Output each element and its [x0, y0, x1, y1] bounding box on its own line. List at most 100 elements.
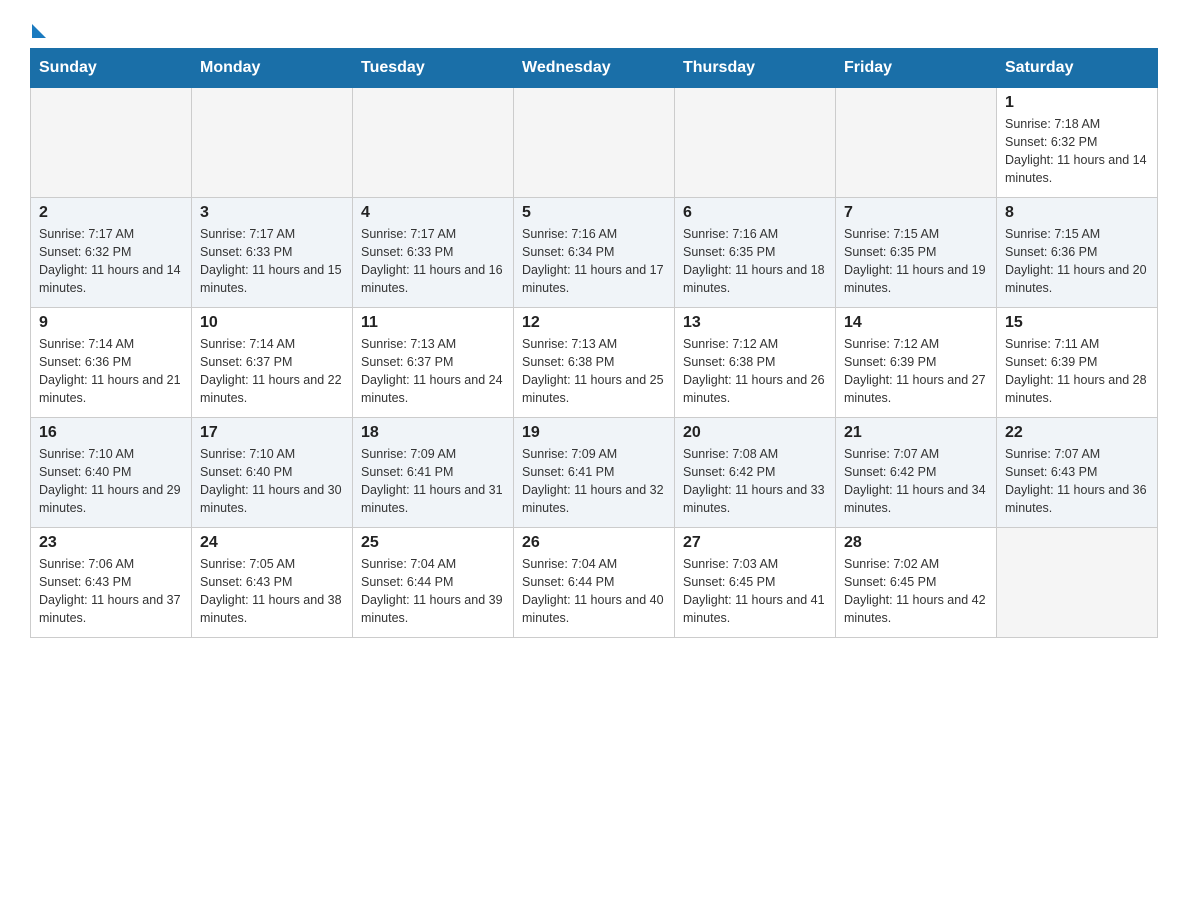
- day-number: 2: [39, 204, 183, 222]
- day-info: Sunrise: 7:17 AM Sunset: 6:32 PM Dayligh…: [39, 225, 183, 298]
- calendar-week-row: 1 Sunrise: 7:18 AM Sunset: 6:32 PM Daylig…: [31, 88, 1158, 198]
- day-number: 20: [683, 424, 827, 442]
- day-info: Sunrise: 7:15 AM Sunset: 6:35 PM Dayligh…: [844, 225, 988, 298]
- day-number: 3: [200, 204, 344, 222]
- calendar-cell: 25 Sunrise: 7:04 AM Sunset: 6:44 PM Dayli…: [353, 528, 514, 638]
- calendar-cell: 24 Sunrise: 7:05 AM Sunset: 6:43 PM Dayli…: [192, 528, 353, 638]
- calendar-cell: 14 Sunrise: 7:12 AM Sunset: 6:39 PM Dayli…: [836, 308, 997, 418]
- day-number: 26: [522, 534, 666, 552]
- day-number: 22: [1005, 424, 1149, 442]
- calendar-cell: 9 Sunrise: 7:14 AM Sunset: 6:36 PM Daylig…: [31, 308, 192, 418]
- day-info: Sunrise: 7:12 AM Sunset: 6:39 PM Dayligh…: [844, 335, 988, 408]
- calendar-cell: [192, 88, 353, 198]
- day-info: Sunrise: 7:09 AM Sunset: 6:41 PM Dayligh…: [361, 445, 505, 518]
- calendar-cell: 28 Sunrise: 7:02 AM Sunset: 6:45 PM Dayli…: [836, 528, 997, 638]
- day-number: 27: [683, 534, 827, 552]
- day-number: 9: [39, 314, 183, 332]
- calendar-cell: 7 Sunrise: 7:15 AM Sunset: 6:35 PM Daylig…: [836, 198, 997, 308]
- calendar-cell: 22 Sunrise: 7:07 AM Sunset: 6:43 PM Dayli…: [997, 418, 1158, 528]
- day-number: 13: [683, 314, 827, 332]
- day-number: 24: [200, 534, 344, 552]
- day-number: 18: [361, 424, 505, 442]
- day-number: 7: [844, 204, 988, 222]
- calendar-cell: 20 Sunrise: 7:08 AM Sunset: 6:42 PM Dayli…: [675, 418, 836, 528]
- calendar-cell: 5Sunrise: 7:16 AM Sunset: 6:34 PM Daylig…: [514, 198, 675, 308]
- day-number: 21: [844, 424, 988, 442]
- day-info: Sunrise: 7:14 AM Sunset: 6:36 PM Dayligh…: [39, 335, 183, 408]
- calendar-cell: 10 Sunrise: 7:14 AM Sunset: 6:37 PM Dayli…: [192, 308, 353, 418]
- calendar-week-row: 2 Sunrise: 7:17 AM Sunset: 6:32 PM Daylig…: [31, 198, 1158, 308]
- calendar-cell: 17 Sunrise: 7:10 AM Sunset: 6:40 PM Dayli…: [192, 418, 353, 528]
- calendar-cell: 18 Sunrise: 7:09 AM Sunset: 6:41 PM Dayli…: [353, 418, 514, 528]
- calendar-cell: 21 Sunrise: 7:07 AM Sunset: 6:42 PM Dayli…: [836, 418, 997, 528]
- calendar-cell: 2 Sunrise: 7:17 AM Sunset: 6:32 PM Daylig…: [31, 198, 192, 308]
- day-info: Sunrise: 7:03 AM Sunset: 6:45 PM Dayligh…: [683, 555, 827, 628]
- day-info: Sunrise: 7:15 AM Sunset: 6:36 PM Dayligh…: [1005, 225, 1149, 298]
- day-info: Sunrise: 7:06 AM Sunset: 6:43 PM Dayligh…: [39, 555, 183, 628]
- day-info: Sunrise: 7:14 AM Sunset: 6:37 PM Dayligh…: [200, 335, 344, 408]
- day-info: Sunrise: 7:10 AM Sunset: 6:40 PM Dayligh…: [200, 445, 344, 518]
- page-header: [30, 20, 1158, 38]
- day-number: 28: [844, 534, 988, 552]
- calendar-header-sunday: Sunday: [31, 49, 192, 88]
- day-info: Sunrise: 7:11 AM Sunset: 6:39 PM Dayligh…: [1005, 335, 1149, 408]
- calendar-table: SundayMondayTuesdayWednesdayThursdayFrid…: [30, 48, 1158, 638]
- day-number: 4: [361, 204, 505, 222]
- day-info: Sunrise: 7:05 AM Sunset: 6:43 PM Dayligh…: [200, 555, 344, 628]
- day-info: Sunrise: 7:16 AM Sunset: 6:35 PM Dayligh…: [683, 225, 827, 298]
- day-number: 1: [1005, 94, 1149, 112]
- calendar-cell: 15 Sunrise: 7:11 AM Sunset: 6:39 PM Dayli…: [997, 308, 1158, 418]
- day-number: 5: [522, 204, 666, 222]
- day-number: 12: [522, 314, 666, 332]
- calendar-cell: 1 Sunrise: 7:18 AM Sunset: 6:32 PM Daylig…: [997, 88, 1158, 198]
- calendar-cell: [836, 88, 997, 198]
- day-info: Sunrise: 7:07 AM Sunset: 6:42 PM Dayligh…: [844, 445, 988, 518]
- logo-arrow-icon: [32, 24, 46, 38]
- calendar-header-thursday: Thursday: [675, 49, 836, 88]
- calendar-cell: [997, 528, 1158, 638]
- calendar-cell: 19 Sunrise: 7:09 AM Sunset: 6:41 PM Dayli…: [514, 418, 675, 528]
- day-info: Sunrise: 7:04 AM Sunset: 6:44 PM Dayligh…: [522, 555, 666, 628]
- calendar-week-row: 16Sunrise: 7:10 AM Sunset: 6:40 PM Dayli…: [31, 418, 1158, 528]
- day-info: Sunrise: 7:08 AM Sunset: 6:42 PM Dayligh…: [683, 445, 827, 518]
- day-info: Sunrise: 7:17 AM Sunset: 6:33 PM Dayligh…: [200, 225, 344, 298]
- calendar-cell: 11 Sunrise: 7:13 AM Sunset: 6:37 PM Dayli…: [353, 308, 514, 418]
- day-number: 10: [200, 314, 344, 332]
- day-info: Sunrise: 7:04 AM Sunset: 6:44 PM Dayligh…: [361, 555, 505, 628]
- day-info: Sunrise: 7:13 AM Sunset: 6:38 PM Dayligh…: [522, 335, 666, 408]
- day-number: 14: [844, 314, 988, 332]
- day-info: Sunrise: 7:10 AM Sunset: 6:40 PM Dayligh…: [39, 445, 183, 518]
- calendar-header-tuesday: Tuesday: [353, 49, 514, 88]
- day-info: Sunrise: 7:09 AM Sunset: 6:41 PM Dayligh…: [522, 445, 666, 518]
- day-number: 23: [39, 534, 183, 552]
- day-number: 17: [200, 424, 344, 442]
- day-number: 6: [683, 204, 827, 222]
- calendar-cell: [675, 88, 836, 198]
- calendar-cell: 16Sunrise: 7:10 AM Sunset: 6:40 PM Dayli…: [31, 418, 192, 528]
- calendar-header-row: SundayMondayTuesdayWednesdayThursdayFrid…: [31, 49, 1158, 88]
- calendar-cell: 4 Sunrise: 7:17 AM Sunset: 6:33 PM Daylig…: [353, 198, 514, 308]
- day-info: Sunrise: 7:17 AM Sunset: 6:33 PM Dayligh…: [361, 225, 505, 298]
- calendar-header-wednesday: Wednesday: [514, 49, 675, 88]
- calendar-header-saturday: Saturday: [997, 49, 1158, 88]
- calendar-cell: [31, 88, 192, 198]
- day-number: 15: [1005, 314, 1149, 332]
- day-info: Sunrise: 7:18 AM Sunset: 6:32 PM Dayligh…: [1005, 115, 1149, 188]
- calendar-cell: [514, 88, 675, 198]
- logo: [30, 20, 46, 38]
- day-number: 8: [1005, 204, 1149, 222]
- calendar-cell: 27 Sunrise: 7:03 AM Sunset: 6:45 PM Dayli…: [675, 528, 836, 638]
- calendar-cell: 8 Sunrise: 7:15 AM Sunset: 6:36 PM Daylig…: [997, 198, 1158, 308]
- calendar-cell: 12 Sunrise: 7:13 AM Sunset: 6:38 PM Dayli…: [514, 308, 675, 418]
- day-info: Sunrise: 7:07 AM Sunset: 6:43 PM Dayligh…: [1005, 445, 1149, 518]
- calendar-header-friday: Friday: [836, 49, 997, 88]
- calendar-cell: 6 Sunrise: 7:16 AM Sunset: 6:35 PM Daylig…: [675, 198, 836, 308]
- calendar-cell: [353, 88, 514, 198]
- day-number: 25: [361, 534, 505, 552]
- day-number: 19: [522, 424, 666, 442]
- calendar-week-row: 23 Sunrise: 7:06 AM Sunset: 6:43 PM Dayli…: [31, 528, 1158, 638]
- day-info: Sunrise: 7:02 AM Sunset: 6:45 PM Dayligh…: [844, 555, 988, 628]
- calendar-cell: 3 Sunrise: 7:17 AM Sunset: 6:33 PM Daylig…: [192, 198, 353, 308]
- day-info: Sunrise: 7:13 AM Sunset: 6:37 PM Dayligh…: [361, 335, 505, 408]
- day-number: 11: [361, 314, 505, 332]
